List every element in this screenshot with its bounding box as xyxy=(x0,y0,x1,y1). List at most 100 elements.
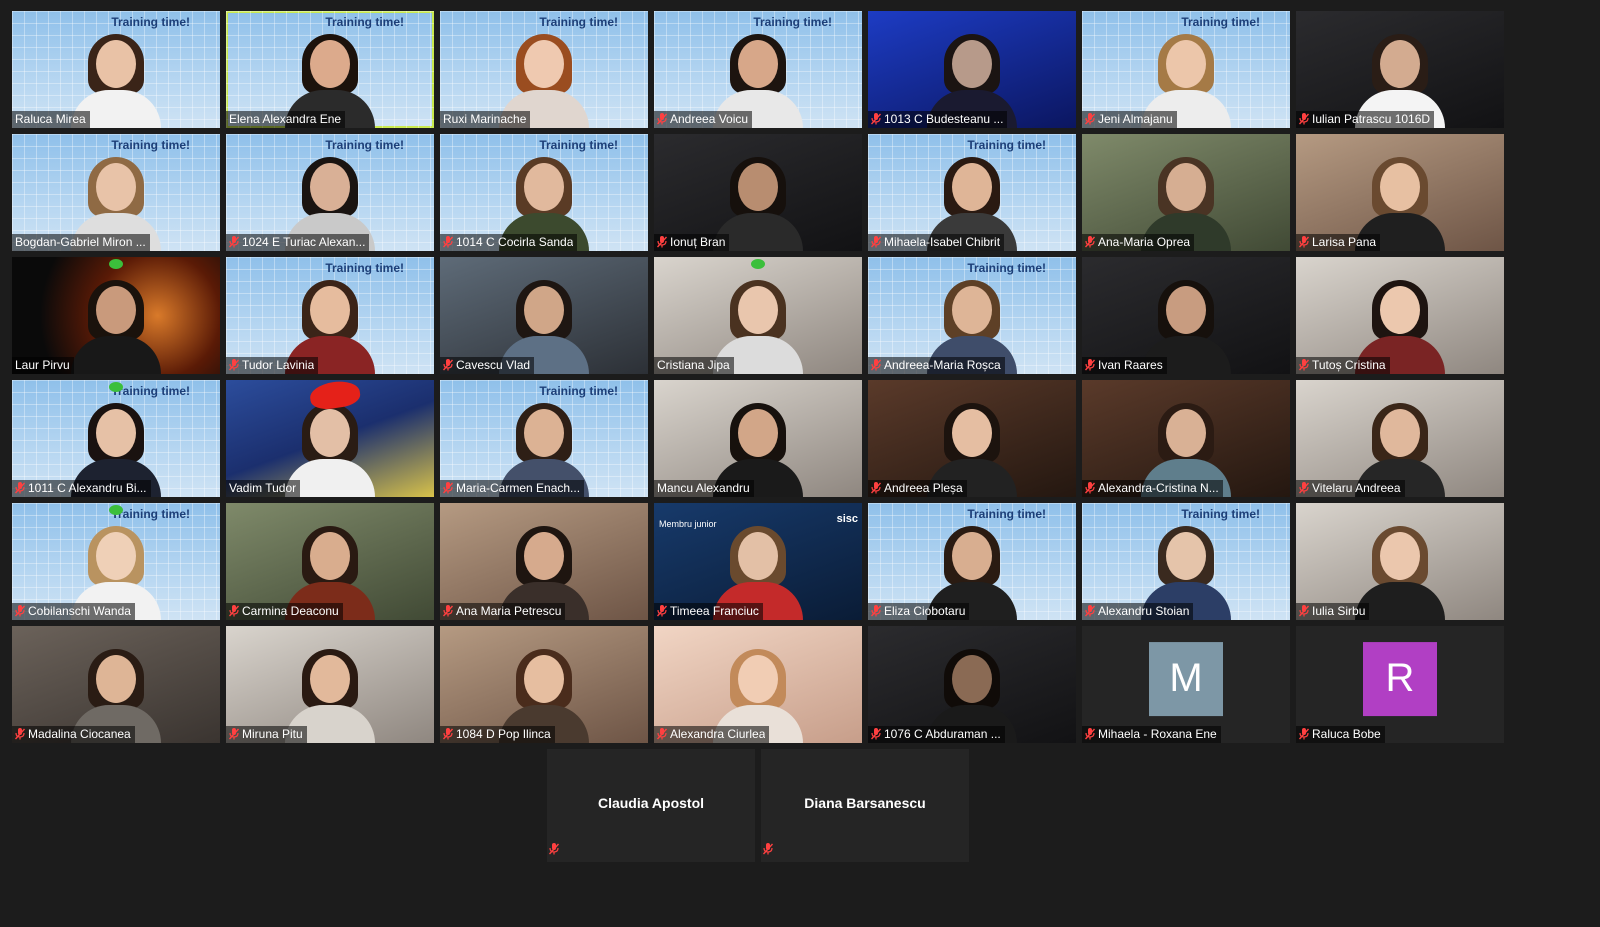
muted-mic-icon xyxy=(15,482,25,494)
participant-name-bar: Cavescu Vlad xyxy=(440,357,535,374)
participant-tile[interactable]: Training time! Ruxi Marinache xyxy=(440,11,648,128)
participant-tile[interactable]: Larisa Pana xyxy=(1296,134,1504,251)
participant-name-bar: Andreea-Maria Roșca xyxy=(868,357,1005,374)
participant-name: 1013 C Budesteanu ... xyxy=(884,112,1004,126)
participant-tile[interactable]: Training time! Andreea-Maria Roșca xyxy=(868,257,1076,374)
participant-name-bar: Mihaela-Isabel Chibrit xyxy=(868,234,1005,251)
participant-name: Iulian Patrascu 1016D xyxy=(1312,112,1431,126)
participant-tile[interactable]: Ana Maria Petrescu xyxy=(440,503,648,620)
audio-only-participant-tile[interactable]: Diana Barsanescu xyxy=(761,749,969,862)
audio-only-participant-tile[interactable]: Claudia Apostol xyxy=(547,749,755,862)
participant-tile[interactable]: R Raluca Bobe xyxy=(1296,626,1504,743)
participant-tile[interactable]: Training time! Jeni Almajanu xyxy=(1082,11,1290,128)
participant-tile[interactable]: Iulia Sirbu xyxy=(1296,503,1504,620)
participant-name: Raluca Mirea xyxy=(15,112,86,126)
participant-tile[interactable]: Vitelaru Andreea xyxy=(1296,380,1504,497)
participant-tile[interactable]: Training time! Maria-Carmen Enach... xyxy=(440,380,648,497)
participant-avatar: R xyxy=(1363,641,1437,716)
participant-name-bar: Alexandra-Cristina N... xyxy=(1082,480,1223,497)
participant-tile[interactable]: Membru junior sisc Timeea Franciuc xyxy=(654,503,862,620)
sprout-filter-icon xyxy=(751,259,765,269)
participant-name: Cobilanschi Wanda xyxy=(28,604,131,618)
virtual-background-caption: Training time! xyxy=(967,261,1046,275)
participant-tile[interactable]: Training time! Andreea Voicu xyxy=(654,11,862,128)
participant-name: 1084 D Pop Ilinca xyxy=(456,727,551,741)
organization-logo: sisc xyxy=(836,513,858,525)
participant-tile[interactable]: Training time! 1011 C Alexandru Bi... xyxy=(12,380,220,497)
virtual-background-caption: Training time! xyxy=(325,138,404,152)
participant-tile[interactable]: Carmina Deaconu xyxy=(226,503,434,620)
participant-name-bar: Jeni Almajanu xyxy=(1082,111,1177,128)
muted-mic-icon xyxy=(1085,728,1095,740)
participant-name: Raluca Bobe xyxy=(1312,727,1381,741)
participant-name: Ivan Raares xyxy=(1098,358,1163,372)
participant-name: Alexandru Stoian xyxy=(1098,604,1190,618)
participant-tile[interactable]: Laur Pirvu xyxy=(12,257,220,374)
participant-tile[interactable]: Training time! Cobilanschi Wanda xyxy=(12,503,220,620)
participant-tile[interactable]: Mancu Alexandru xyxy=(654,380,862,497)
muted-mic-icon xyxy=(1085,605,1095,617)
participant-name: Ionuț Bran xyxy=(670,235,726,249)
participant-name-bar: 1076 C Abduraman ... xyxy=(868,726,1005,743)
virtual-background-caption: Training time! xyxy=(325,15,404,29)
participant-tile[interactable]: Training time! Eliza Ciobotaru xyxy=(868,503,1076,620)
participant-tile[interactable]: Training time! Mihaela-Isabel Chibrit xyxy=(868,134,1076,251)
participant-name-bar: Bogdan-Gabriel Miron ... xyxy=(12,234,150,251)
participant-tile[interactable]: Training time! Elena Alexandra Ene xyxy=(226,11,434,128)
participant-tile[interactable]: 1084 D Pop Ilinca xyxy=(440,626,648,743)
participant-name: Laur Pirvu xyxy=(15,358,70,372)
participant-tile[interactable]: Training time! Alexandru Stoian xyxy=(1082,503,1290,620)
participant-tile[interactable]: Madalina Ciocanea xyxy=(12,626,220,743)
muted-mic-icon xyxy=(871,728,881,740)
participant-name: Tutoș Cristina xyxy=(1312,358,1386,372)
muted-mic-icon xyxy=(1085,236,1095,248)
participant-name: Miruna Pitu xyxy=(242,727,303,741)
participant-tile[interactable]: Training time! 1014 C Cocirla Sanda xyxy=(440,134,648,251)
participant-name: Cavescu Vlad xyxy=(456,358,531,372)
participant-name-bar: Miruna Pitu xyxy=(226,726,307,743)
participant-name-bar: Andreea Voicu xyxy=(654,111,753,128)
participant-tile[interactable]: Alexandra Ciurlea xyxy=(654,626,862,743)
participant-name-bar: Tutoș Cristina xyxy=(1296,357,1390,374)
participant-tile[interactable]: Miruna Pitu xyxy=(226,626,434,743)
participant-name-bar: Ana-Maria Oprea xyxy=(1082,234,1195,251)
participant-tile[interactable]: Andreea Pleșa xyxy=(868,380,1076,497)
participant-name: Andreea-Maria Roșca xyxy=(884,358,1001,372)
participant-name: 1014 C Cocirla Sanda xyxy=(456,235,574,249)
participant-name: Iulia Sirbu xyxy=(1312,604,1366,618)
participant-tile[interactable]: Training time! 1024 E Turiac Alexan... xyxy=(226,134,434,251)
participant-name-bar: Eliza Ciobotaru xyxy=(868,603,970,620)
participant-name: 1076 C Abduraman ... xyxy=(884,727,1001,741)
virtual-background-caption: Training time! xyxy=(325,261,404,275)
virtual-background-caption: Training time! xyxy=(967,507,1046,521)
participant-tile[interactable]: Vadim Tudor xyxy=(226,380,434,497)
participant-name: Diana Barsanescu xyxy=(804,794,926,811)
participant-tile[interactable]: M Mihaela - Roxana Ene xyxy=(1082,626,1290,743)
participant-tile[interactable]: Iulian Patrascu 1016D xyxy=(1296,11,1504,128)
participant-name-bar: Vitelaru Andreea xyxy=(1296,480,1405,497)
muted-mic-icon xyxy=(1085,359,1095,371)
participant-tile[interactable]: Cavescu Vlad xyxy=(440,257,648,374)
muted-mic-icon xyxy=(15,605,25,617)
participant-name: Tudor Lavinia xyxy=(242,358,315,372)
participant-tile[interactable]: Training time! Bogdan-Gabriel Miron ... xyxy=(12,134,220,251)
muted-mic-icon xyxy=(657,113,667,125)
participant-tile[interactable]: Alexandra-Cristina N... xyxy=(1082,380,1290,497)
participant-tile[interactable]: 1076 C Abduraman ... xyxy=(868,626,1076,743)
participant-name-bar: Iulia Sirbu xyxy=(1296,603,1370,620)
participant-name: Jeni Almajanu xyxy=(1098,112,1173,126)
participant-tile[interactable]: Training time! Raluca Mirea xyxy=(12,11,220,128)
participant-tile[interactable]: Cristiana Jipa xyxy=(654,257,862,374)
participant-tile[interactable]: Training time! Tudor Lavinia xyxy=(226,257,434,374)
participant-name: Timeea Franciuc xyxy=(670,604,759,618)
participant-tile[interactable]: Tutoș Cristina xyxy=(1296,257,1504,374)
muted-mic-icon xyxy=(229,359,239,371)
participant-name: Vitelaru Andreea xyxy=(1312,481,1401,495)
participant-tile[interactable]: Ana-Maria Oprea xyxy=(1082,134,1290,251)
participant-name-bar: 1014 C Cocirla Sanda xyxy=(440,234,578,251)
participant-tile[interactable]: 1013 C Budesteanu ... xyxy=(868,11,1076,128)
participant-tile[interactable]: Ionuț Bran xyxy=(654,134,862,251)
muted-mic-icon xyxy=(1299,236,1309,248)
participant-tile[interactable]: Ivan Raares xyxy=(1082,257,1290,374)
participant-name-bar: Alexandra Ciurlea xyxy=(654,726,770,743)
